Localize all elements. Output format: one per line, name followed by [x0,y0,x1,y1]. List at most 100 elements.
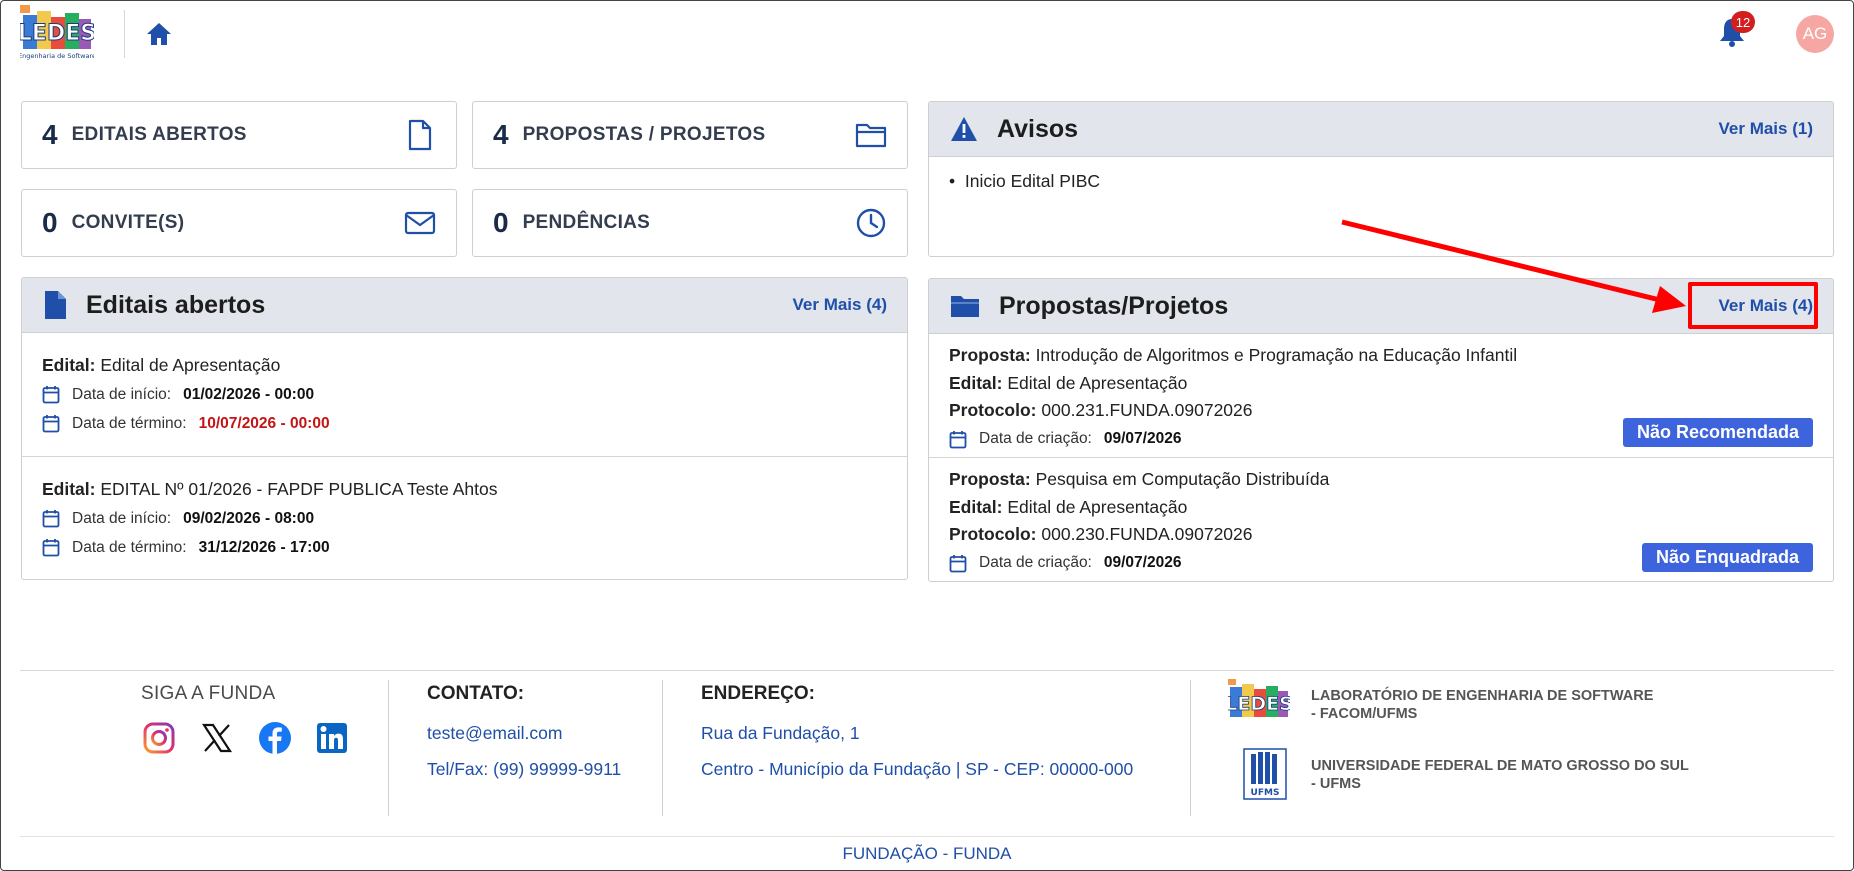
footer-divider [20,670,1834,671]
edital-name: Edital de Apresentação [100,355,281,375]
stat-label: PROPOSTAS / PROJETOS [522,124,766,145]
end-date-label: Data de término: [72,538,187,556]
status-badge: Não Recomendada [1622,418,1813,447]
editais-header: Editais abertos Ver Mais (4) [22,278,907,333]
proposta-name: Introdução de Algoritmos e Programação n… [1035,345,1518,366]
footer-org-ledes: LABORATÓRIO DE ENGENHARIA DE SOFTWARE - … [1311,687,1653,723]
proposta-list-item[interactable]: Proposta: Pesquisa em Computação Distrib… [929,458,1833,581]
envelope-icon [404,207,436,239]
proposta-label: Proposta: [949,469,1031,490]
protocolo-label: Protocolo: [949,524,1037,545]
calendar-icon [949,430,967,448]
top-bar: LEDES Engenharia de Software 12 AG [0,0,1854,70]
editais-ver-mais-link[interactable]: Ver Mais (4) [793,295,888,315]
edital-list-item[interactable]: Edital: EDITAL Nº 01/2026 - FAPDF PUBLIC… [22,457,907,579]
avisos-title: Avisos [997,114,1079,143]
footer-org-line: - FACOM/UFMS [1311,706,1418,722]
calendar-icon [42,539,60,557]
calendar-icon [42,386,60,404]
calendar-icon [42,415,60,433]
created-date-value: 09/07/2026 [1103,554,1182,571]
footer-contact-title: CONTATO: [427,683,525,704]
facebook-icon[interactable] [257,720,292,755]
ufms-logo-text: UFMS [1251,788,1280,798]
footer-org-line: UNIVERSIDADE FEDERAL DE MATO GROSSO DO S… [1311,758,1689,774]
edital-label: Edital: [949,372,1003,393]
footer-social-title: SIGA A FUNDA [141,683,276,704]
highlight-box [1688,282,1818,329]
footer-bottom-divider [20,836,1834,837]
calendar-icon [42,510,60,528]
ledes-footer-logo[interactable]: LEDES [1225,679,1293,731]
folder-icon [951,296,979,317]
topbar-divider [124,10,125,58]
status-badge: Não Enquadrada [1641,543,1813,572]
protocolo-value: 000.230.FUNDA.09072026 [1041,524,1253,545]
footer-org-line: LABORATÓRIO DE ENGENHARIA DE SOFTWARE [1311,688,1654,704]
stat-count: 4 [493,119,509,150]
social-icons [141,720,350,755]
footer-column-divider [388,680,389,816]
folder-icon [855,119,887,151]
stat-label: EDITAIS ABERTOS [71,124,247,145]
created-date-label: Data de criação: [979,430,1092,447]
calendar-icon [949,554,967,572]
instagram-icon[interactable] [141,720,176,755]
ufms-logo[interactable]: UFMS [1243,748,1287,800]
stat-label: CONVITE(S) [71,212,185,233]
footer-column-divider [1190,680,1191,816]
footer-org-line: - UFMS [1311,776,1361,792]
warning-icon [951,117,977,141]
editais-panel: Editais abertos Ver Mais (4) Edital: Edi… [21,277,908,580]
stat-count: 0 [42,207,58,238]
footer-address-line2[interactable]: Centro - Município da Fundação | SP - CE… [701,759,1133,780]
created-date-label: Data de criação: [979,554,1092,571]
user-avatar[interactable]: AG [1796,15,1834,53]
start-date-value: 01/02/2026 - 00:00 [183,385,315,403]
created-date-value: 09/07/2026 [1103,430,1182,447]
edital-list-item[interactable]: Edital: Edital de Apresentação Data de i… [22,333,907,457]
footer-copyright: FUNDAÇÃO - FUNDA [842,844,1012,863]
logo-subtitle: Engenharia de Software [20,52,94,60]
linkedin-icon[interactable] [315,720,350,755]
start-date-value: 09/02/2026 - 08:00 [183,509,315,527]
stat-card-editais-abertos[interactable]: 4 EDITAIS ABERTOS [21,101,457,169]
aviso-item-text: Inicio Edital PIBC [964,171,1101,191]
x-twitter-icon[interactable] [199,720,234,755]
document-icon [45,291,66,319]
aviso-item[interactable]: • Inicio Edital PIBC [949,171,1813,192]
footer-email-link[interactable]: teste@email.com [427,723,562,744]
avisos-ver-mais-link[interactable]: Ver Mais (1) [1719,119,1814,139]
footer-phone[interactable]: Tel/Fax: (99) 99999-9911 [427,759,621,780]
proposta-list-item[interactable]: Proposta: Introdução de Algoritmos e Pro… [929,334,1833,458]
stat-count: 0 [493,207,509,238]
logo-text: LEDES [1228,693,1290,715]
stat-card-propostas-projetos[interactable]: 4 PROPOSTAS / PROJETOS [472,101,908,169]
edital-label: Edital: [42,479,96,499]
avisos-panel: Avisos Ver Mais (1) • Inicio Edital PIBC [928,101,1834,257]
end-date-value: 10/07/2026 - 00:00 [198,414,330,432]
footer-org-ufms: UNIVERSIDADE FEDERAL DE MATO GROSSO DO S… [1311,757,1689,793]
footer-address-line1[interactable]: Rua da Fundação, 1 [701,723,860,744]
protocolo-value: 000.231.FUNDA.09072026 [1041,400,1253,421]
home-icon [147,23,171,45]
document-icon [404,119,436,151]
footer-address-title: ENDEREÇO: [701,683,816,704]
editais-title: Editais abertos [86,290,266,319]
edital-name: EDITAL Nº 01/2026 - FAPDF PUBLICA Teste … [100,479,498,499]
home-button[interactable] [144,20,174,48]
end-date-label: Data de término: [72,414,187,432]
logo-text: LEDES [20,21,94,46]
ledes-logo[interactable]: LEDES Engenharia de Software [17,5,97,63]
stat-count: 4 [42,119,58,150]
start-date-label: Data de início: [72,509,172,527]
end-date-value: 31/12/2026 - 17:00 [198,538,330,556]
edital-label: Edital: [949,496,1003,517]
notification-count-badge: 12 [1731,11,1755,33]
stat-card-convites[interactable]: 0 CONVITE(S) [21,189,457,257]
proposta-name: Pesquisa em Computação Distribuída [1035,469,1330,490]
avisos-list: • Inicio Edital PIBC [929,157,1833,206]
edital-label: Edital: [42,355,96,375]
stat-card-pendencias[interactable]: 0 PENDÊNCIAS [472,189,908,257]
protocolo-label: Protocolo: [949,400,1037,421]
